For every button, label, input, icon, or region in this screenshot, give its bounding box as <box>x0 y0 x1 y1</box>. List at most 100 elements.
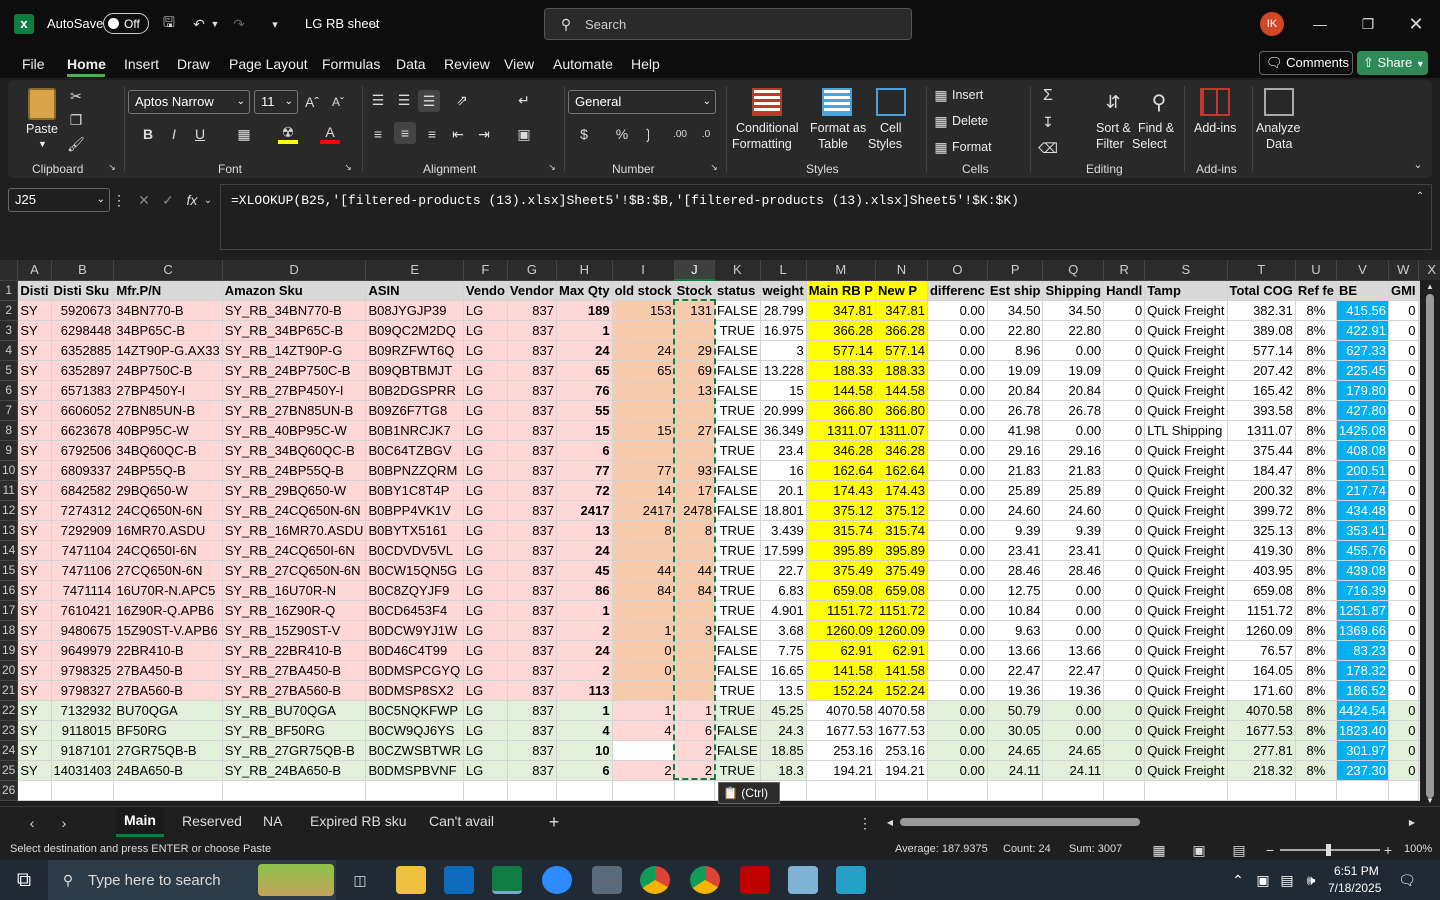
data-cell[interactable]: 0 <box>1388 560 1419 581</box>
data-cell[interactable]: 1260.09 <box>875 620 928 641</box>
scroll-down-icon[interactable]: ▼ <box>1424 794 1436 806</box>
data-cell[interactable]: 77 <box>556 460 613 481</box>
data-cell[interactable]: 8% <box>1295 360 1337 381</box>
data-cell[interactable]: 0.00 <box>1042 420 1105 441</box>
cell-styles-button-line2[interactable]: Styles <box>868 136 902 152</box>
data-cell[interactable]: 27CQ650N-6N <box>113 560 223 581</box>
column-header[interactable]: U <box>1295 260 1337 281</box>
data-cell[interactable]: SY_RB_27CQ650N-6N <box>222 560 367 581</box>
data-cell[interactable]: Quick Freight <box>1144 480 1228 501</box>
data-cell[interactable]: 13.228 <box>760 360 807 381</box>
name-box[interactable]: J25 ⌄ <box>8 188 110 212</box>
data-cell[interactable]: 375.49 <box>806 560 876 581</box>
data-cell[interactable]: 0 <box>1388 360 1419 381</box>
column-title-cell[interactable]: old stock <box>612 280 675 301</box>
data-cell[interactable]: 1151.72 <box>1227 600 1296 621</box>
data-cell[interactable]: 9118015 <box>51 720 115 741</box>
data-cell[interactable]: 28.799 <box>760 300 807 321</box>
data-cell[interactable]: LG <box>463 520 508 541</box>
data-cell[interactable]: 8% <box>1295 380 1337 401</box>
column-header[interactable]: J <box>674 260 716 281</box>
data-cell[interactable]: TRUE <box>714 540 761 561</box>
confirm-entry-icon[interactable]: ✓ <box>158 190 178 210</box>
vertical-scrollbar[interactable]: ▲ ▼ <box>1420 280 1440 806</box>
data-cell[interactable]: 34.50 <box>987 300 1044 321</box>
data-cell[interactable]: 375.12 <box>875 500 928 521</box>
data-cell[interactable]: 1311.07 <box>1227 420 1296 441</box>
data-cell[interactable]: 24.60 <box>987 500 1044 521</box>
data-cell[interactable]: 2 <box>556 660 613 681</box>
data-cell[interactable]: 22.47 <box>987 660 1044 681</box>
data-cell[interactable]: 1 <box>556 320 613 341</box>
data-cell[interactable]: 375.44 <box>1227 440 1296 461</box>
cell-table[interactable]: A B C D E F G H I J K L M N O P Q R S T U V W X 1 Disti Disti Sku M… <box>0 260 1440 801</box>
data-cell[interactable]: 7274312 <box>51 500 115 521</box>
data-cell[interactable]: 0 <box>1388 460 1419 481</box>
data-cell[interactable]: 179.80 <box>1336 380 1389 401</box>
data-cell[interactable]: SY <box>17 400 52 421</box>
data-cell[interactable]: 0 <box>1388 640 1419 661</box>
chrome-profile-icon[interactable] <box>690 866 720 894</box>
row-header[interactable]: 17 <box>0 600 19 621</box>
data-cell[interactable]: LG <box>463 640 508 661</box>
clock-date[interactable]: 7/18/2025 <box>1328 881 1381 895</box>
menu-file[interactable]: File <box>22 56 45 72</box>
data-cell[interactable]: SY_RB_34BP65C-B <box>222 320 367 341</box>
row-header[interactable]: 14 <box>0 540 19 561</box>
row-header[interactable]: 9 <box>0 440 19 461</box>
data-cell[interactable]: 25.89 <box>987 480 1044 501</box>
tab-expired-rb-sku[interactable]: Expired RB sku <box>310 813 406 829</box>
data-cell[interactable]: 7292909 <box>51 520 115 541</box>
data-cell[interactable]: 65 <box>556 360 613 381</box>
tab-reserved[interactable]: Reserved <box>182 813 242 829</box>
data-cell[interactable]: 7610421 <box>51 600 115 621</box>
normal-view-icon[interactable]: ▦ <box>1150 841 1168 859</box>
data-cell[interactable]: LG <box>463 400 508 421</box>
data-cell[interactable]: 9798327 <box>51 680 115 701</box>
data-cell[interactable]: 8% <box>1295 400 1337 421</box>
clear-icon[interactable]: ⌫ <box>1038 138 1058 158</box>
data-cell[interactable]: 0 <box>1388 520 1419 541</box>
data-cell[interactable]: 0 <box>1388 620 1419 641</box>
data-cell[interactable]: 22.7 <box>760 560 807 581</box>
search-box[interactable]: ⚲ Search <box>544 8 912 40</box>
data-cell[interactable]: 69 <box>674 360 716 381</box>
save-icon[interactable]: 🖫 <box>158 12 180 36</box>
data-cell[interactable]: 13.66 <box>987 640 1044 661</box>
menu-page-layout[interactable]: Page Layout <box>229 56 308 72</box>
column-header[interactable]: I <box>612 260 675 281</box>
data-cell[interactable]: 1677.53 <box>806 720 876 741</box>
column-header[interactable]: N <box>875 260 928 281</box>
data-cell[interactable]: 1677.53 <box>1227 720 1296 741</box>
data-cell[interactable]: Quick Freight <box>1144 760 1228 781</box>
data-cell[interactable]: B0BPP4VK1V <box>365 500 464 521</box>
data-cell[interactable]: SY_RB_BF50RG <box>222 720 367 741</box>
column-title-cell[interactable]: GMI <box>1388 280 1419 301</box>
data-cell[interactable]: 315.74 <box>875 520 928 541</box>
data-cell[interactable] <box>674 320 716 341</box>
data-cell[interactable]: 837 <box>507 660 557 681</box>
column-header[interactable]: C <box>113 260 223 281</box>
data-cell[interactable]: 6 <box>674 720 716 741</box>
data-cell[interactable]: FALSE <box>714 460 761 481</box>
column-title-cell[interactable]: Shipping <box>1042 280 1105 301</box>
data-cell[interactable]: 6352885 <box>51 340 115 361</box>
data-cell[interactable]: 5920673 <box>51 300 115 321</box>
data-cell[interactable]: 6298448 <box>51 320 115 341</box>
data-cell[interactable]: SY_RB_24CQ650N-6N <box>222 500 367 521</box>
data-cell[interactable]: 10.84 <box>987 600 1044 621</box>
data-cell[interactable]: SY_RB_27BA450-B <box>222 660 367 681</box>
data-cell[interactable]: SY_RB_34BN770-B <box>222 300 367 321</box>
data-cell[interactable]: 393.58 <box>1227 400 1296 421</box>
data-cell[interactable] <box>612 780 675 801</box>
data-cell[interactable]: 0 <box>1103 480 1146 501</box>
data-cell[interactable]: 366.28 <box>875 320 928 341</box>
data-cell[interactable]: LG <box>463 720 508 741</box>
data-cell[interactable]: Quick Freight <box>1144 580 1228 601</box>
data-cell[interactable]: 8% <box>1295 720 1337 741</box>
data-cell[interactable]: 13.5 <box>760 680 807 701</box>
data-cell[interactable] <box>1227 780 1296 801</box>
data-cell[interactable]: SY <box>17 660 52 681</box>
data-cell[interactable]: 26.78 <box>1042 400 1105 421</box>
data-cell[interactable]: 8% <box>1295 620 1337 641</box>
